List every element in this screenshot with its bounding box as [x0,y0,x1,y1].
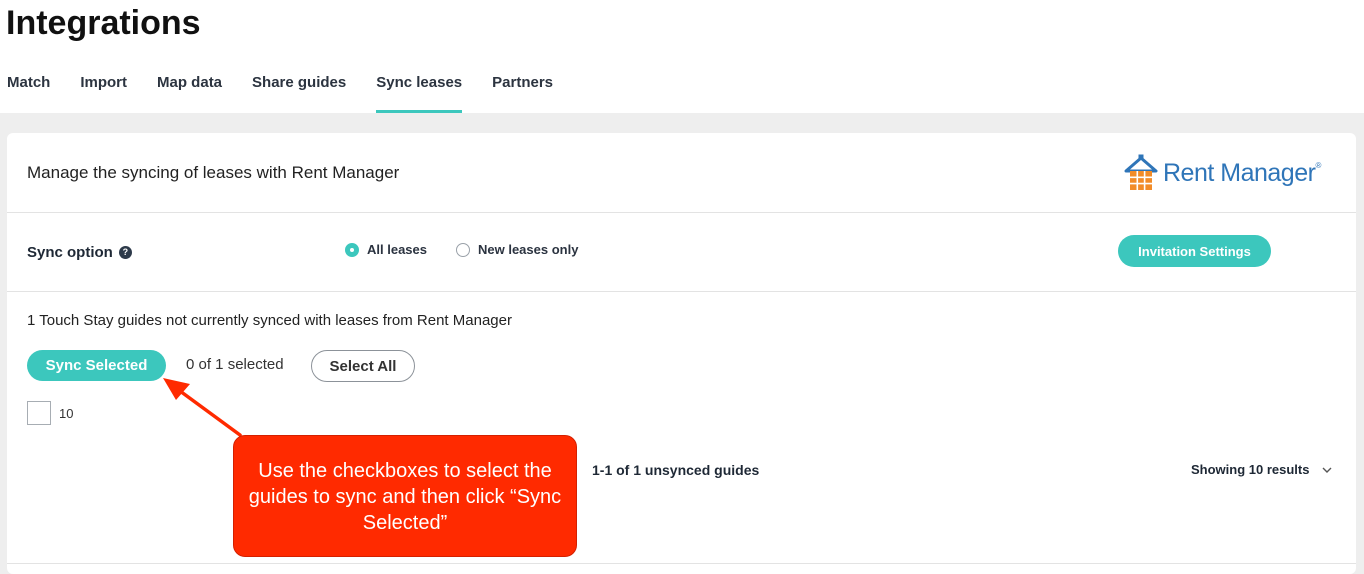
results-per-page-label: Showing 10 results [1191,462,1310,477]
sync-option-row: Sync option ? All leases New leases only… [7,213,1356,292]
annotation-callout: Use the checkboxes to select the guides … [233,435,577,557]
tab-map-data[interactable]: Map data [157,72,222,113]
unsynced-guides-text: 1 Touch Stay guides not currently synced… [27,312,512,329]
radio-new-leases-only[interactable]: New leases only [456,242,578,257]
page-title: Integrations [6,4,201,42]
guide-checkbox[interactable] [27,401,51,425]
radio-button-unchecked-icon[interactable] [456,242,470,257]
tab-bar: Match Import Map data Share guides Sync … [7,72,583,113]
logo-registered-mark: ® [1315,160,1322,170]
sync-selected-button[interactable]: Sync Selected [27,350,166,381]
invitation-settings-button[interactable]: Invitation Settings [1118,235,1271,267]
house-icon [1124,154,1158,190]
tab-import[interactable]: Import [80,72,127,113]
tab-match[interactable]: Match [7,72,50,113]
tab-sync-leases[interactable]: Sync leases [376,72,462,113]
card-header: Manage the syncing of leases with Rent M… [7,133,1356,213]
chevron-down-icon [1322,467,1332,473]
results-per-page-dropdown[interactable]: Showing 10 results [1191,462,1333,477]
select-all-button[interactable]: Select All [311,350,415,382]
card-header-text: Manage the syncing of leases with Rent M… [27,163,400,182]
logo-wordmark: Rent Manager [1163,158,1316,187]
tab-partners[interactable]: Partners [492,72,553,113]
radio-all-leases[interactable]: All leases [345,242,427,257]
guide-checkbox-label: 10 [59,406,74,421]
sync-leases-card: Manage the syncing of leases with Rent M… [7,133,1356,574]
rent-manager-logo: Rent Manager ® [1123,153,1321,193]
tab-share-guides[interactable]: Share guides [252,72,346,113]
results-count: 1-1 of 1 unsynced guides [592,462,760,478]
help-icon[interactable]: ? [118,246,132,259]
radio-button-checked-icon[interactable] [345,242,359,257]
selected-count: 0 of 1 selected [186,356,284,373]
radio-new-leases-label: New leases only [478,242,579,257]
divider [7,563,1356,564]
radio-all-leases-label: All leases [367,242,427,257]
sync-option-label: Sync option ? [27,244,132,261]
sync-option-text: Sync option [27,244,113,261]
